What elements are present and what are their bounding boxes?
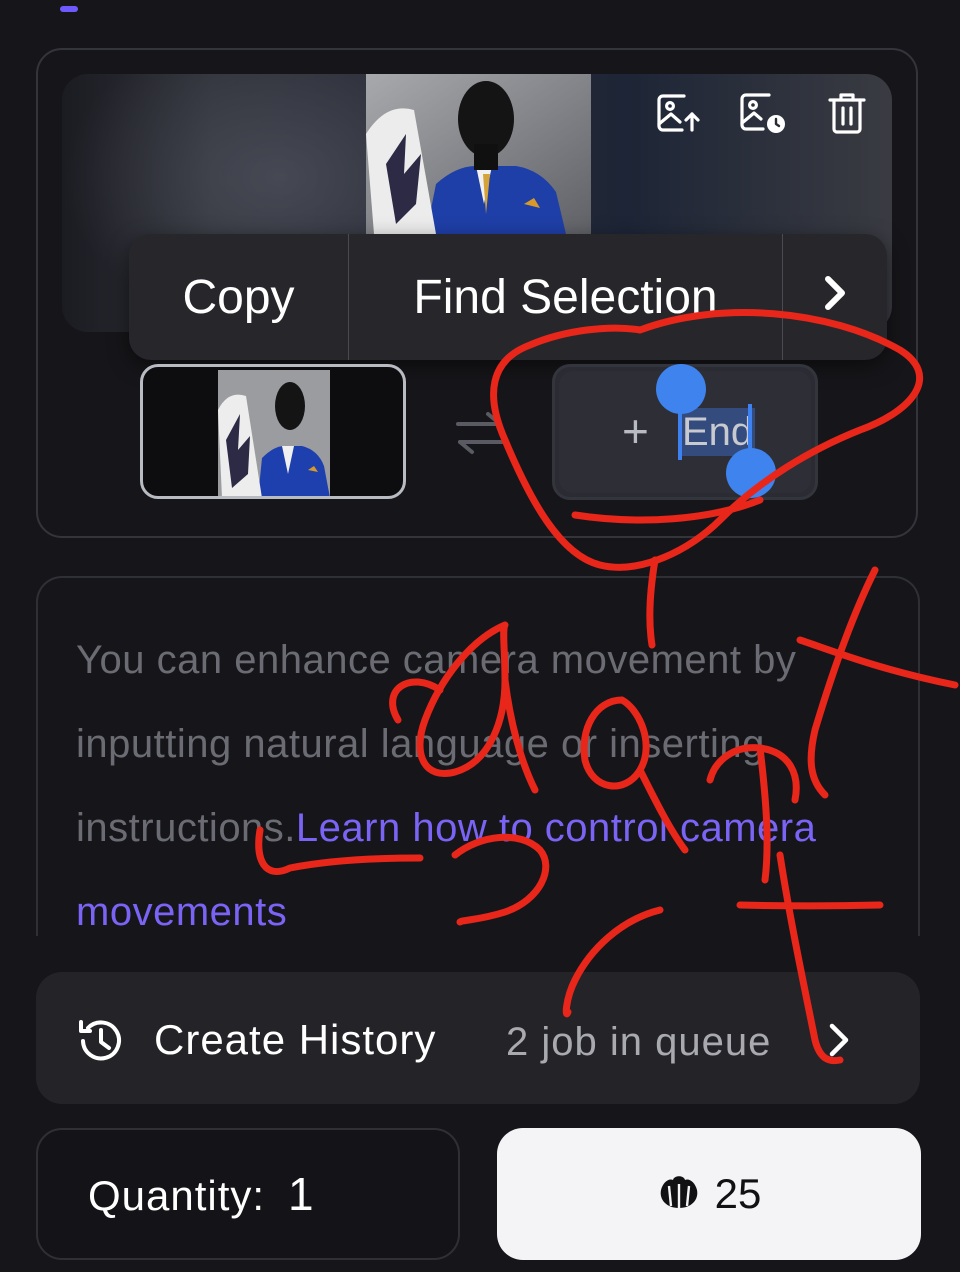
queue-status: 2 job in queue: [506, 1020, 772, 1064]
quantity-selector[interactable]: Quantity: 1: [36, 1128, 460, 1260]
find-selection-menu-item[interactable]: Find Selection: [349, 234, 783, 360]
selection-start-handle[interactable]: [656, 364, 706, 414]
active-tab-indicator: [60, 6, 78, 12]
start-frame-thumbnail: [218, 370, 330, 496]
history-clock-icon: [76, 1016, 126, 1066]
add-end-frame-plus[interactable]: +: [622, 408, 649, 454]
generate-button[interactable]: 25: [497, 1128, 921, 1260]
credit-cost: 25: [714, 1170, 762, 1217]
selection-end-handle[interactable]: [726, 448, 776, 498]
image-upload-icon[interactable]: [650, 88, 708, 138]
chevron-right-icon: [820, 270, 850, 325]
shell-credit-icon: [657, 1172, 701, 1217]
prompt-input[interactable]: You can enhance camera movement by input…: [36, 576, 920, 936]
create-history-label: Create History: [154, 1016, 437, 1063]
trash-icon[interactable]: [818, 88, 876, 138]
quantity-value: 1: [288, 1168, 314, 1220]
chevron-right-icon: [824, 1020, 854, 1060]
copy-menu-item[interactable]: Copy: [129, 234, 349, 360]
text-context-menu: Copy Find Selection: [129, 234, 887, 360]
more-menu-button[interactable]: [783, 234, 887, 360]
prompt-text: You can enhance camera movement by input…: [76, 618, 896, 936]
preview-image: [366, 74, 591, 234]
quantity-label: Quantity:: [88, 1172, 266, 1219]
image-history-icon[interactable]: [734, 88, 792, 138]
swap-arrows-icon[interactable]: [452, 408, 508, 458]
start-frame-slot[interactable]: [140, 364, 406, 499]
create-history-bar[interactable]: Create History 2 job in queue: [36, 972, 920, 1104]
preview-toolbar: [650, 88, 892, 138]
